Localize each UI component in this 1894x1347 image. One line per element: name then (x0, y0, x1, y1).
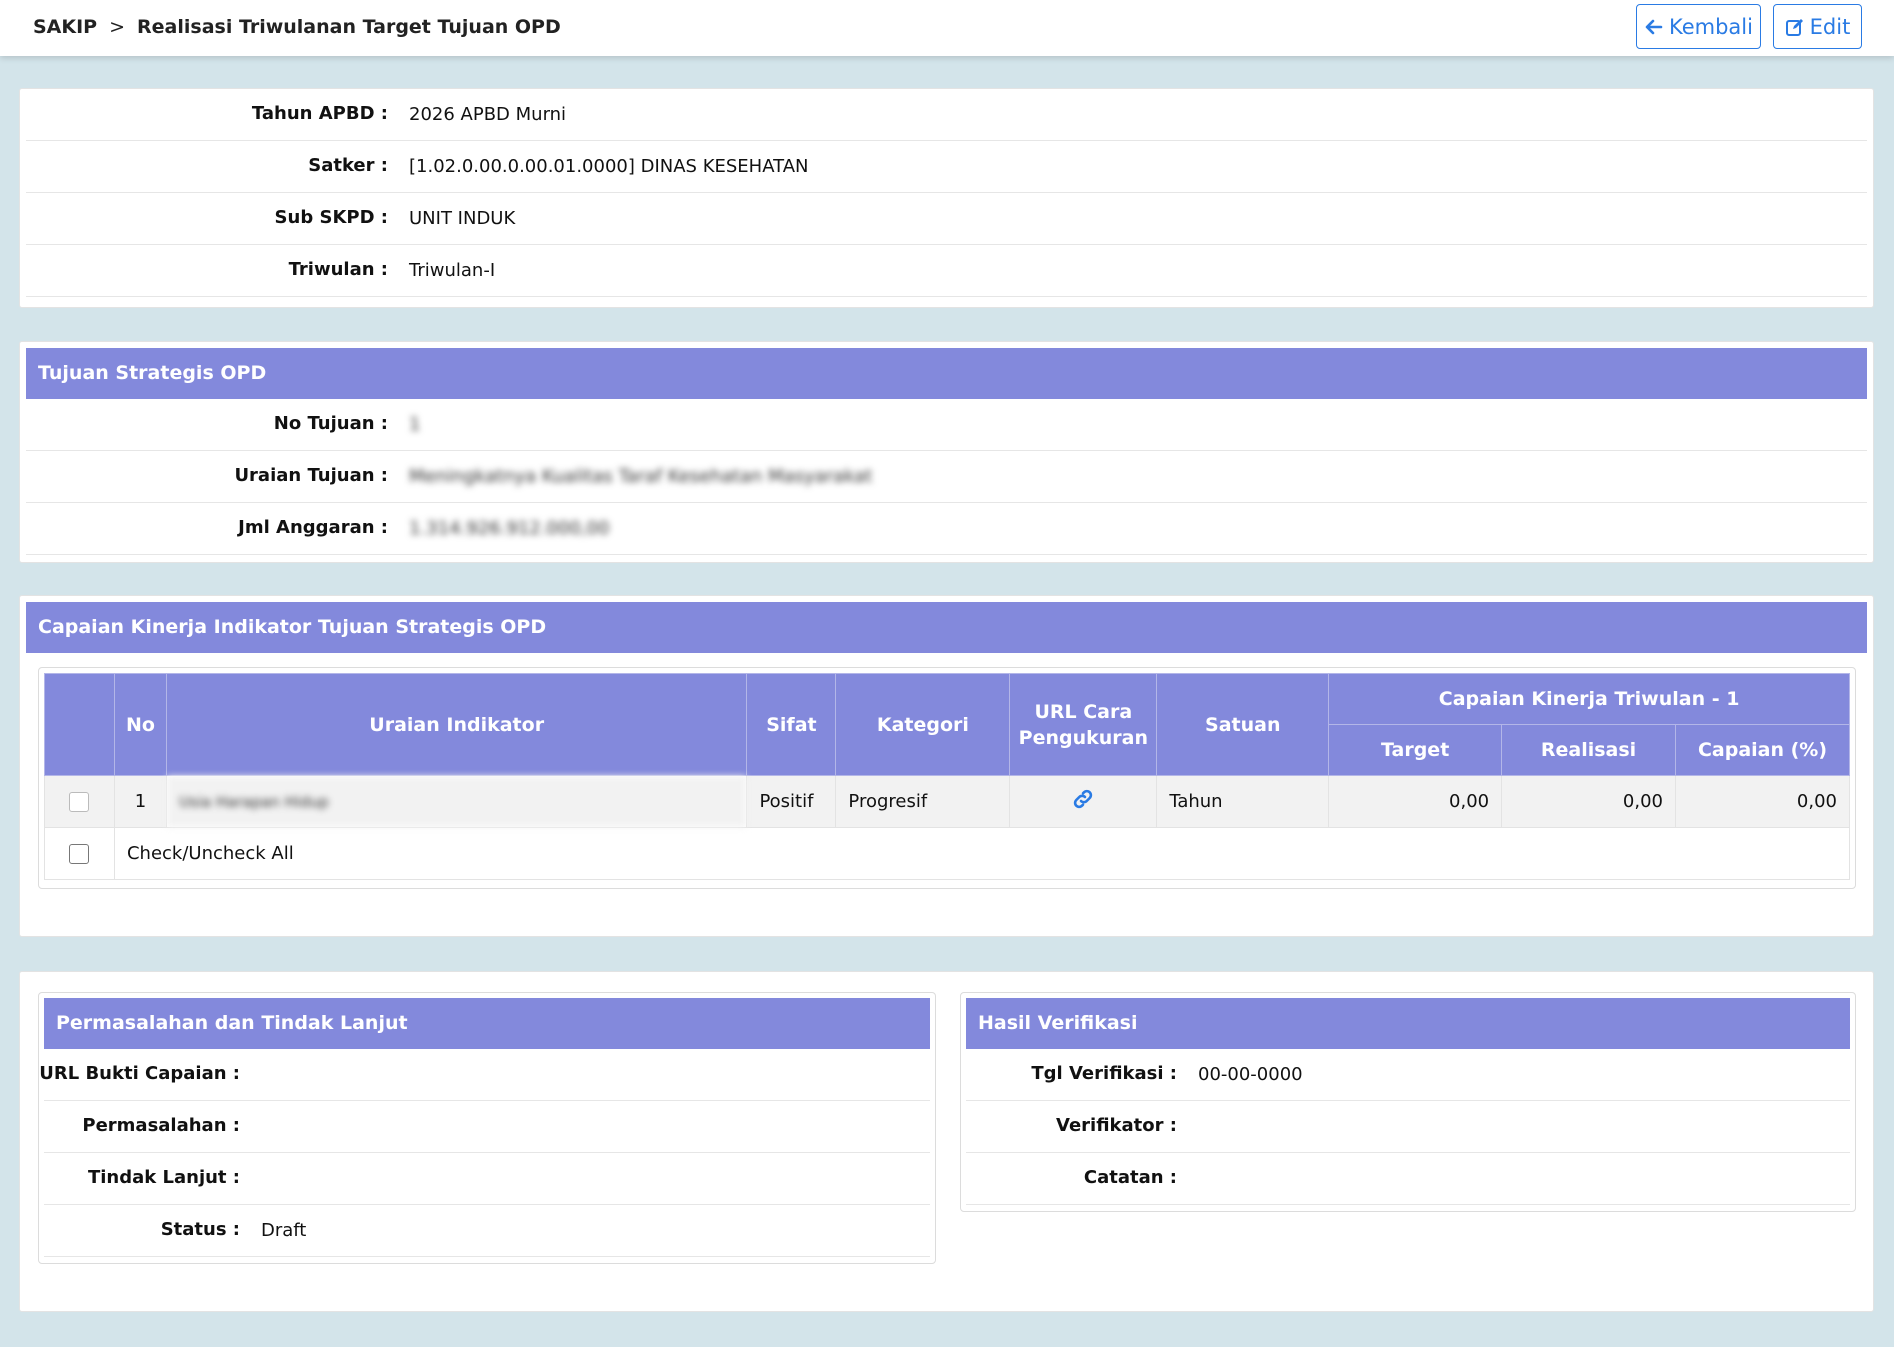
row-checkbox-cell (44, 775, 115, 828)
no-column-header: No (113, 673, 167, 776)
row-uraian: Usia Harapan Hidup (165, 775, 748, 828)
satuan-column-header: Satuan (1156, 673, 1330, 776)
check-all-label[interactable]: Check/Uncheck All (113, 827, 1851, 880)
permasalahan-label: Permasalahan : (82, 1115, 240, 1136)
arrow-left-icon (1645, 19, 1663, 34)
back-button-label: Kembali (1669, 14, 1753, 39)
catatan-label: Catatan : (1083, 1167, 1177, 1188)
verifikator-label: Verifikator : (1056, 1115, 1177, 1136)
tahun-value: 2026 APBD Murni (409, 104, 567, 125)
uraian-tujuan-label: Uraian Tujuan : (234, 465, 388, 486)
table-row: 1 Usia Harapan Hidup Positif Progresif T… (44, 775, 1850, 828)
sub-skpd-row: Sub SKPD : UNIT INDUK (26, 193, 1867, 245)
select-column-header (44, 673, 115, 776)
triwulan-label: Triwulan : (288, 259, 388, 280)
check-all-checkbox[interactable] (69, 844, 90, 864)
back-button[interactable]: Kembali (1636, 4, 1761, 49)
tahun-label: Tahun APBD : (251, 103, 388, 124)
tgl-verifikasi-label: Tgl Verifikasi : (1031, 1063, 1177, 1084)
url-bukti-row: URL Bukti Capaian : (39, 1049, 930, 1101)
satker-label: Satker : (308, 155, 388, 176)
sub-skpd-label: Sub SKPD : (274, 207, 388, 228)
triwulan-row: Triwulan : Triwulan-I (26, 245, 1867, 297)
url-bukti-label: URL Bukti Capaian : (39, 1063, 240, 1084)
row-kategori: Progresif (835, 775, 1011, 828)
verifikator-row: Verifikator : (966, 1101, 1850, 1153)
tgl-verifikasi-value: 00-00-0000 (1198, 1064, 1303, 1085)
uraian-tujuan-value: Meningkatnya Kualitas Taraf Kesehatan Ma… (409, 466, 873, 487)
permasalahan-row: Permasalahan : (44, 1101, 930, 1153)
top-bar: SAKIP > Realisasi Triwulanan Target Tujuan… (0, 0, 1894, 56)
sifat-column-header: Sifat (746, 673, 837, 776)
permasalahan-header: Permasalahan dan Tindak Lanjut (44, 998, 930, 1049)
row-sifat: Positif (746, 775, 837, 828)
anggaran-label: Jml Anggaran : (238, 517, 388, 538)
kategori-column-header: Kategori (835, 673, 1011, 776)
row-no: 1 (113, 775, 167, 828)
row-url-cell (1009, 775, 1158, 828)
tgl-verifikasi-row: Tgl Verifikasi : 00-00-0000 (966, 1049, 1850, 1101)
capaian-table: No Uraian Indikator Sifat Kategori URL C… (44, 673, 1851, 880)
status-label: Status : (160, 1219, 240, 1240)
no-tujuan-label: No Tujuan : (273, 413, 388, 434)
sub-skpd-value: UNIT INDUK (409, 208, 516, 229)
uraian-tujuan-row: Uraian Tujuan : Meningkatnya Kualitas Ta… (26, 451, 1867, 503)
anggaran-row: Jml Anggaran : 1.314.926.912.000,00 (26, 503, 1867, 555)
row-satuan: Tahun (1156, 775, 1330, 828)
realisasi-column-header: Realisasi (1501, 724, 1676, 776)
tujuan-card: Tujuan Strategis OPD No Tujuan : 1 Uraia… (19, 341, 1874, 563)
verifikasi-panel: Hasil Verifikasi Tgl Verifikasi : 00-00-… (960, 992, 1856, 1212)
info-card: Tahun APBD : 2026 APBD Murni Satker : [1… (19, 88, 1874, 308)
check-all-row: Check/Uncheck All (44, 827, 1851, 880)
breadcrumb-root[interactable]: SAKIP (33, 16, 97, 38)
link-icon[interactable] (1071, 787, 1095, 811)
status-value: Draft (261, 1220, 307, 1241)
tindak-lanjut-label: Tindak Lanjut : (87, 1167, 240, 1188)
capaian-column-header: Capaian (%) (1675, 724, 1850, 776)
tahun-row: Tahun APBD : 2026 APBD Murni (26, 89, 1867, 141)
status-row: Status : Draft (44, 1205, 930, 1257)
edit-icon (1785, 18, 1803, 36)
satker-row: Satker : [1.02.0.00.0.00.01.0000] DINAS … (26, 141, 1867, 193)
capaian-header: Capaian Kinerja Indikator Tujuan Strateg… (26, 602, 1867, 653)
no-tujuan-row: No Tujuan : 1 (26, 399, 1867, 451)
url-column-header: URL Cara Pengukuran (1009, 673, 1158, 776)
row-target: 0,00 (1328, 775, 1503, 828)
uraian-column-header: Uraian Indikator (165, 673, 748, 776)
target-column-header: Target (1328, 724, 1503, 776)
triwulan-value: Triwulan-I (409, 260, 496, 281)
anggaran-value: 1.314.926.912.000,00 (409, 518, 610, 539)
satker-value: [1.02.0.00.0.00.01.0000] DINAS KESEHATAN (409, 156, 809, 177)
edit-button[interactable]: Edit (1773, 4, 1862, 49)
catatan-row: Catatan : (966, 1153, 1850, 1205)
permasalahan-panel: Permasalahan dan Tindak Lanjut URL Bukti… (38, 992, 936, 1264)
breadcrumb-current: Realisasi Triwulanan Target Tujuan OPD (137, 16, 561, 38)
row-checkbox[interactable] (69, 792, 90, 812)
no-tujuan-value: 1 (409, 414, 421, 435)
breadcrumb-separator: > (109, 16, 126, 38)
breadcrumb: SAKIP > Realisasi Triwulanan Target Tujuan… (33, 16, 561, 38)
tindak-lanjut-row: Tindak Lanjut : (44, 1153, 930, 1205)
tujuan-header: Tujuan Strategis OPD (26, 348, 1867, 399)
check-all-checkbox-cell (44, 827, 115, 880)
row-capaian: 0,00 (1675, 775, 1850, 828)
triwulan-group-header: Capaian Kinerja Triwulan - 1 (1328, 673, 1850, 725)
bottom-card: Permasalahan dan Tindak Lanjut URL Bukti… (19, 971, 1874, 1312)
edit-button-label: Edit (1809, 14, 1851, 39)
row-realisasi: 0,00 (1501, 775, 1676, 828)
verifikasi-header: Hasil Verifikasi (966, 998, 1850, 1049)
